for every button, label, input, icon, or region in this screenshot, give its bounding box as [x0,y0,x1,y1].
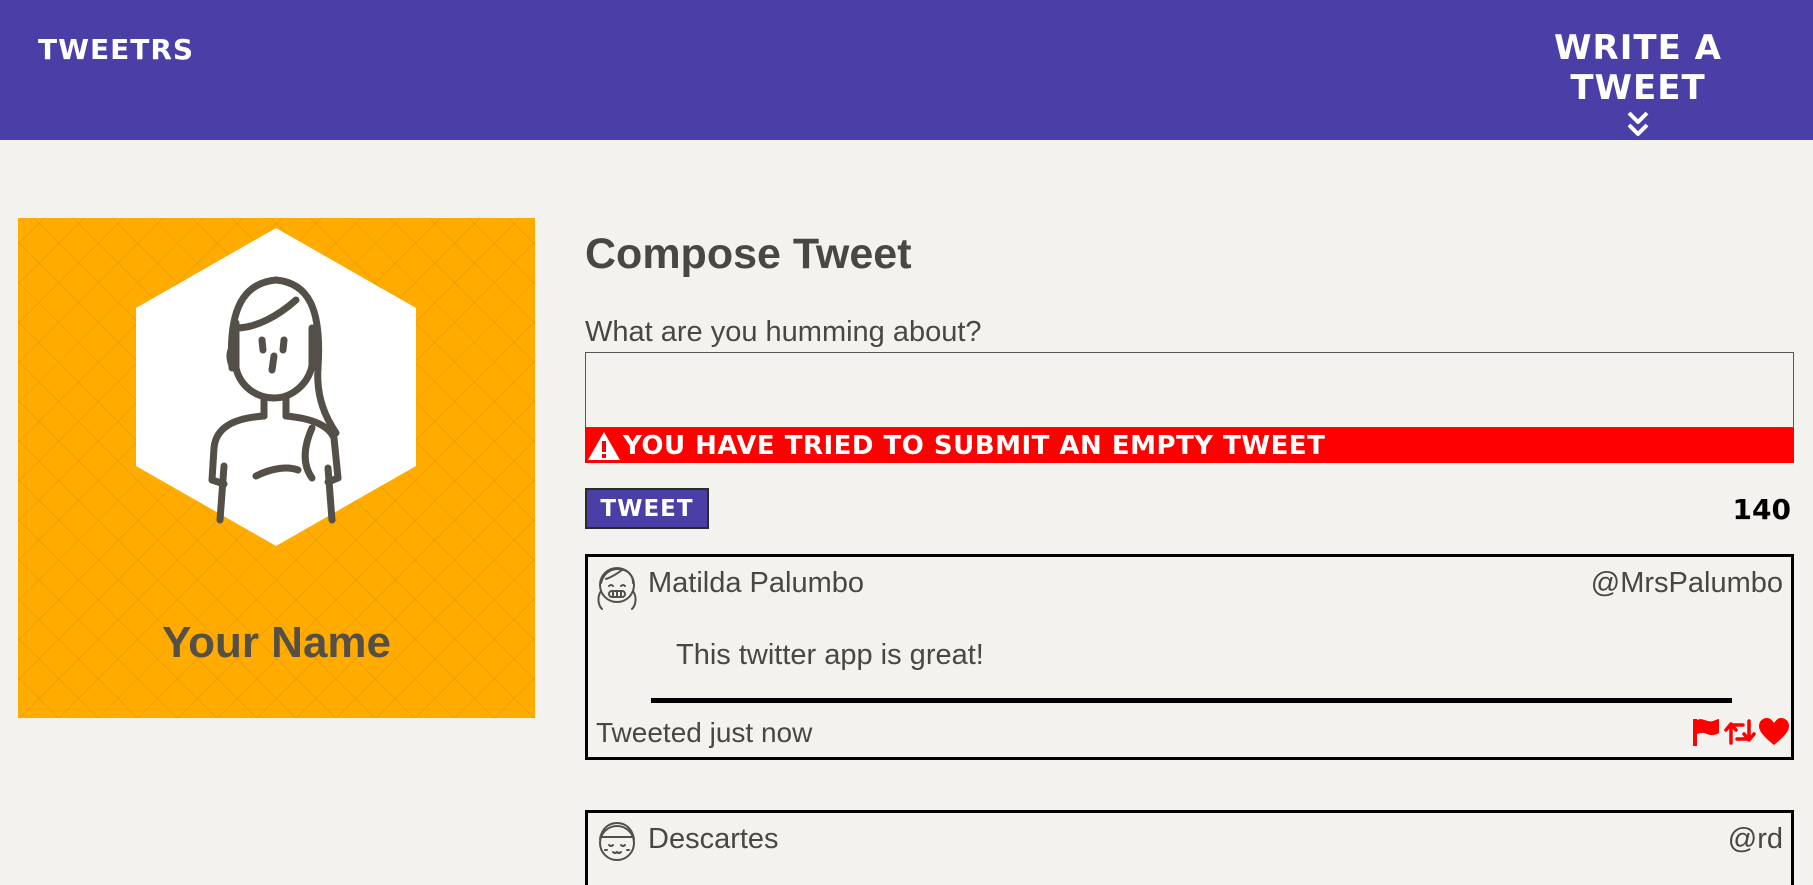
user-avatar-icon [597,567,637,610]
heart-icon[interactable] [1759,718,1789,746]
profile-card: Your Name [18,218,535,718]
tweet-submit-button[interactable]: Tweet [585,488,709,529]
retweet-icon[interactable] [1723,717,1757,747]
warning-icon [588,431,620,460]
tweet-timestamp: Tweeted just now [596,717,813,748]
tweet-author-name: Matilda Palumbo [648,567,864,599]
profile-avatar [136,228,416,546]
tweet-actions [1691,717,1789,747]
error-message: You have tried to submit an empty tweet [623,430,1326,461]
flag-icon[interactable] [1691,717,1721,747]
tweet-content: This twitter app is great! [676,639,984,671]
char-counter: 140 [1732,493,1791,526]
empty-tweet-error: You have tried to submit an empty tweet [585,428,1794,463]
tweet-input[interactable] [585,352,1794,428]
tweet-prompt-label: What are you humming about? [585,316,982,348]
compose-title: Compose Tweet [585,230,912,278]
profile-name: Your Name [161,618,392,667]
double-chevron-down-icon[interactable] [1626,110,1650,138]
tweet-author-handle: @rd [1727,823,1783,855]
user-avatar-icon [599,821,635,861]
top-nav: Tweetrs Write a tweet [0,0,1813,140]
tweet-card: Descartes @rd [585,810,1794,885]
tweet-card: Matilda Palumbo @MrsPalumbo This twitter… [585,554,1794,760]
brand-logo[interactable]: Tweetrs [38,33,194,66]
write-tweet-toggle[interactable]: Write a tweet [1497,28,1779,138]
write-tweet-label[interactable]: Write a tweet [1497,28,1779,108]
tweet-author-name: Descartes [648,823,779,855]
tweet-author-handle: @MrsPalumbo [1590,567,1783,599]
tweet-divider [651,698,1732,703]
